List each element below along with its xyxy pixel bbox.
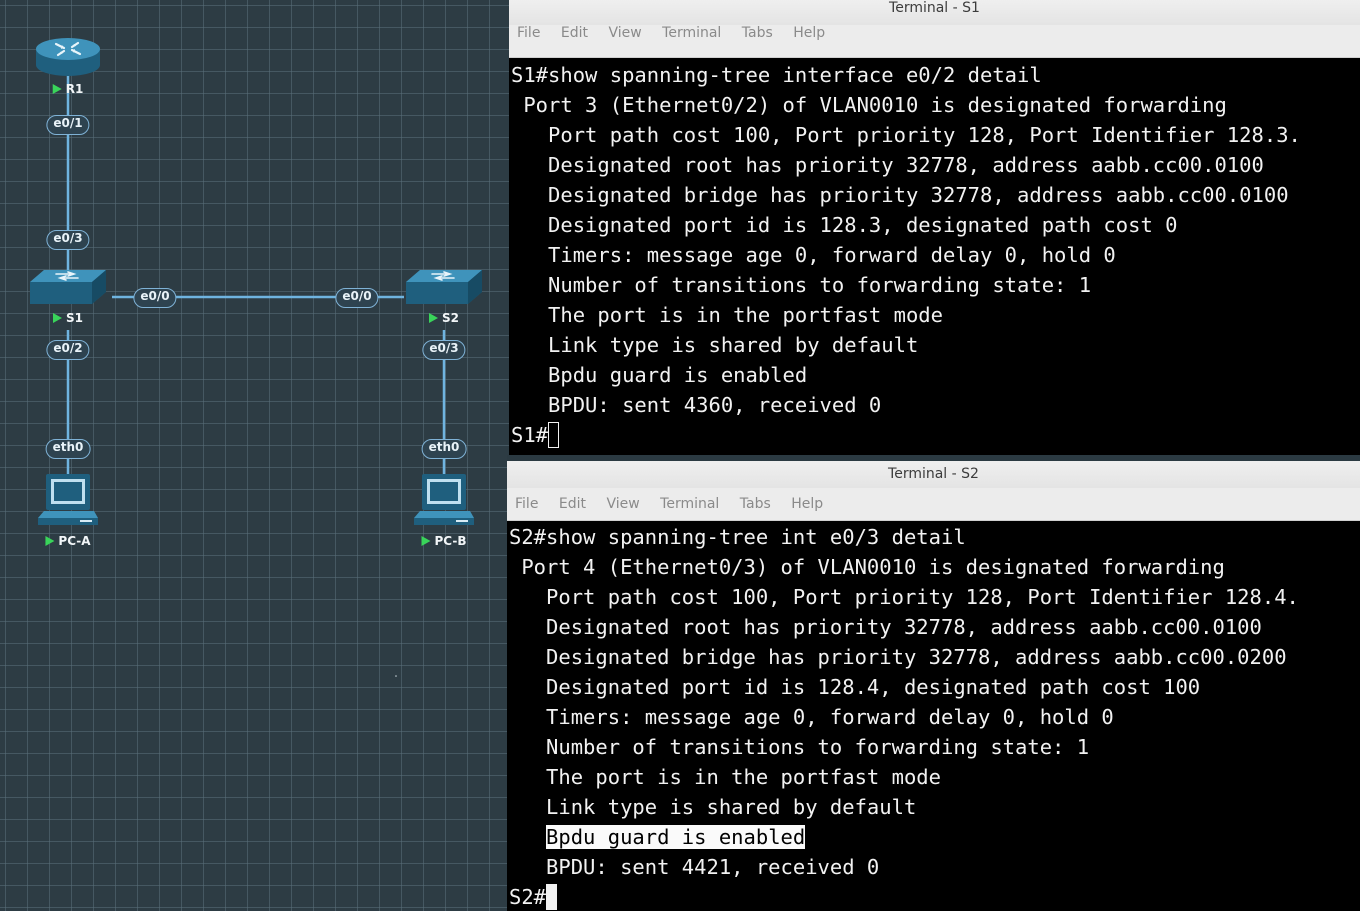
pc-a[interactable]: [36, 474, 100, 530]
output-line: Number of transitions to forwarding stat…: [509, 735, 1090, 759]
pc-icon: [414, 474, 474, 525]
menu-bar: File Edit View Terminal Tabs Help: [509, 25, 1360, 58]
output-line: The port is in the portfast mode: [509, 765, 941, 789]
running-status-icon: [45, 536, 55, 546]
output-line: Number of transitions to forwarding stat…: [511, 273, 1092, 297]
running-status-icon: [421, 536, 431, 546]
output-line: Designated port id is 128.3, designated …: [511, 213, 1178, 237]
node-label-s1: S1: [53, 311, 83, 325]
prompt-line[interactable]: S2#: [509, 882, 1360, 911]
window-title[interactable]: Terminal - S1: [509, 0, 1360, 25]
iface-label-r1-e0-1: e0/1: [46, 115, 90, 135]
iface-label-s1-e0-3: e0/3: [46, 230, 90, 250]
menu-edit[interactable]: Edit: [559, 496, 586, 512]
switch-s2[interactable]: [404, 268, 484, 308]
node-label-r1: R1: [52, 82, 84, 96]
node-name: S2: [442, 311, 459, 325]
menu-terminal[interactable]: Terminal: [660, 496, 719, 512]
iface-label-pcb-eth0: eth0: [421, 439, 467, 459]
running-status-icon: [53, 313, 62, 323]
running-status-icon: [429, 313, 438, 323]
pc-icon: [38, 474, 98, 525]
node-label-pca: PC-A: [45, 534, 91, 548]
node-name: PC-B: [434, 534, 467, 548]
terminal-output[interactable]: S1#show spanning-tree interface e0/2 det…: [509, 59, 1360, 455]
switch-icon: [30, 270, 106, 304]
iface-label-s1-e0-2: e0/2: [46, 340, 90, 360]
output-line: BPDU: sent 4360, received 0: [511, 393, 882, 417]
output-line: Port 3 (Ethernet0/2) of VLAN0010 is desi…: [511, 93, 1227, 117]
output-line: Port path cost 100, Port priority 128, P…: [509, 585, 1299, 609]
menu-file[interactable]: File: [517, 25, 540, 41]
output-line: Timers: message age 0, forward delay 0, …: [509, 705, 1114, 729]
router-icon: [36, 38, 100, 76]
router-r1[interactable]: [34, 35, 102, 79]
output-line: The port is in the portfast mode: [511, 303, 943, 327]
output-line: BPDU: sent 4421, received 0: [509, 855, 880, 879]
node-label-pcb: PC-B: [421, 534, 467, 548]
text-cursor: [546, 884, 558, 910]
iface-label-pca-eth0: eth0: [45, 439, 91, 459]
running-status-icon: [52, 84, 62, 94]
menu-terminal[interactable]: Terminal: [662, 25, 721, 41]
output-line: Designated bridge has priority 32778, ad…: [511, 183, 1289, 207]
output-line: S2#show spanning-tree int e0/3 detail: [509, 525, 966, 549]
text-cursor: [548, 422, 560, 448]
output-line: Port 4 (Ethernet0/3) of VLAN0010 is desi…: [509, 555, 1225, 579]
menu-tabs[interactable]: Tabs: [740, 496, 771, 512]
menu-help[interactable]: Help: [791, 496, 823, 512]
menu-file[interactable]: File: [515, 496, 538, 512]
output-line: Link type is shared by default: [509, 795, 917, 819]
prompt: S2#: [509, 885, 547, 909]
prompt-line[interactable]: S1#: [511, 420, 1360, 450]
pc-b[interactable]: [412, 474, 476, 530]
menu-tabs[interactable]: Tabs: [742, 25, 773, 41]
node-name: S1: [66, 311, 83, 325]
text-selection[interactable]: Bpdu guard is enabled: [546, 825, 806, 849]
topology-canvas[interactable]: R1 S1 S2 PC-A PC-B e0/1 e0/3 e0/0 e0/0 e…: [0, 0, 509, 911]
output-line: Designated port id is 128.4, designated …: [509, 675, 1201, 699]
node-label-s2: S2: [429, 311, 459, 325]
output-line: Bpdu guard is enabled: [511, 363, 808, 387]
output-line: Designated root has priority 32778, addr…: [509, 615, 1262, 639]
iface-label-s2-e0-0: e0/0: [335, 288, 379, 308]
terminal-output[interactable]: S2#show spanning-tree int e0/3 detail Po…: [507, 522, 1360, 911]
menu-edit[interactable]: Edit: [561, 25, 588, 41]
output-line: Timers: message age 0, forward delay 0, …: [511, 243, 1116, 267]
output-line: Designated bridge has priority 32778, ad…: [509, 645, 1287, 669]
iface-label-s2-e0-3: e0/3: [422, 340, 466, 360]
output-line: Designated root has priority 32778, addr…: [511, 153, 1264, 177]
node-name: PC-A: [58, 534, 91, 548]
switch-icon: [406, 270, 482, 304]
switch-s1[interactable]: [28, 268, 108, 308]
menu-view[interactable]: View: [606, 496, 639, 512]
output-line: S1#show spanning-tree interface e0/2 det…: [511, 63, 1042, 87]
selected-output-line: Bpdu guard is enabled: [509, 822, 1360, 852]
output-line: Link type is shared by default: [511, 333, 919, 357]
menu-bar: File Edit View Terminal Tabs Help: [507, 488, 1360, 521]
prompt: S1#: [511, 423, 549, 447]
window-title[interactable]: Terminal - S2: [507, 461, 1360, 488]
iface-label-s1-e0-0: e0/0: [133, 288, 177, 308]
terminal-window-s1[interactable]: Terminal - S1 File Edit View Terminal Ta…: [509, 0, 1360, 455]
output-line: Port path cost 100, Port priority 128, P…: [511, 123, 1301, 147]
node-name: R1: [65, 82, 84, 96]
menu-view[interactable]: View: [608, 25, 641, 41]
menu-help[interactable]: Help: [793, 25, 825, 41]
terminal-window-s2[interactable]: Terminal - S2 File Edit View Terminal Ta…: [507, 461, 1360, 911]
